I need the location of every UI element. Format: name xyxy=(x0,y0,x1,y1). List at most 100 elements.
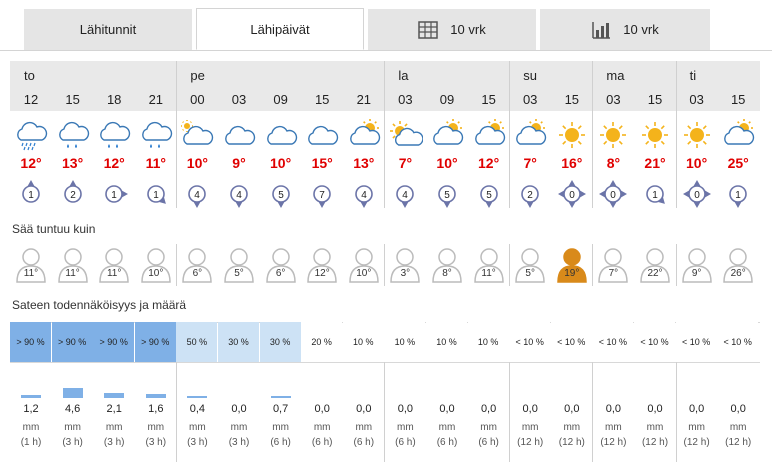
precip-probability: > 90 % xyxy=(10,322,51,362)
tab-10vrk-chart[interactable]: 10 vrk xyxy=(540,9,710,50)
temperature: 13° xyxy=(353,155,375,171)
precip-unit: mm xyxy=(438,422,456,433)
svg-text:0: 0 xyxy=(569,190,575,201)
precip-probability: > 90 % xyxy=(51,322,93,362)
svg-text:0: 0 xyxy=(611,190,617,201)
precip-amount: 0,0 xyxy=(647,403,663,415)
precip-amount: 1,6 xyxy=(148,403,164,415)
wind-icon: 4 xyxy=(390,179,420,209)
temperature: 8° xyxy=(606,155,621,171)
precip-period: (12 h) xyxy=(600,437,627,448)
tab-label: Lähipäivät xyxy=(250,21,310,37)
wind-icon: 5 xyxy=(474,179,504,209)
day-separator xyxy=(592,244,594,286)
precip-unit: mm xyxy=(563,422,581,433)
hour-label: 09 xyxy=(439,92,455,107)
wind-icon: 1 xyxy=(16,179,46,209)
precip-unit: mm xyxy=(22,422,40,433)
temperature: 10° xyxy=(686,155,708,171)
precip-unit: mm xyxy=(646,422,664,433)
precip-probability: > 90 % xyxy=(93,322,135,362)
feels-like-value: 11° xyxy=(106,268,122,279)
precip-unit: mm xyxy=(272,422,289,433)
precip-period: (6 h) xyxy=(478,437,499,448)
svg-text:5: 5 xyxy=(278,190,284,201)
svg-text:4: 4 xyxy=(236,190,242,201)
feels-like-value: 10° xyxy=(148,268,164,279)
feels-like-value: 3° xyxy=(400,268,411,279)
tab-lahipaivat[interactable]: Lähipäivät xyxy=(196,8,364,50)
temperature: 7° xyxy=(398,155,413,171)
feels-like-value: 6° xyxy=(275,268,286,279)
precip-probability: 30 % xyxy=(259,322,301,362)
day-name: to xyxy=(24,68,35,83)
precip-unit: mm xyxy=(313,422,331,433)
precip-period: (3 h) xyxy=(62,437,83,448)
svg-text:4: 4 xyxy=(403,190,409,201)
partly-cloudy-moon-icon xyxy=(179,118,215,152)
tab-label: 10 vrk xyxy=(623,22,659,37)
temperature: 13° xyxy=(62,155,84,171)
feels-like-value: 5° xyxy=(234,268,244,279)
precip-unit: mm xyxy=(729,422,747,433)
hour-label: 03 xyxy=(689,92,704,107)
feels-like-value: 11° xyxy=(23,268,39,279)
hour-label: 15 xyxy=(647,92,663,107)
precip-probability: < 10 % xyxy=(717,322,759,362)
precip-unit: mm xyxy=(521,422,539,433)
hour-label: 00 xyxy=(190,92,205,107)
precip-unit: mm xyxy=(688,422,705,433)
wind-icon: 7 xyxy=(307,179,337,209)
hour-label: 15 xyxy=(481,92,496,107)
cloud-icon xyxy=(263,118,299,152)
sun-small-icon xyxy=(387,118,424,152)
tab-lahitunnit[interactable]: Lähitunnit xyxy=(24,9,192,50)
tab-label: 10 vrk xyxy=(450,22,486,37)
tab-10vrk-table[interactable]: 10 vrk xyxy=(368,9,536,50)
temperature: 10° xyxy=(270,155,292,171)
precip-probability: < 10 % xyxy=(675,322,717,362)
feels-like-value: 8° xyxy=(442,268,452,279)
hour-label: 03 xyxy=(398,92,413,107)
precip-period: (12 h) xyxy=(558,437,585,448)
svg-text:1: 1 xyxy=(652,190,658,201)
precip-period: (6 h) xyxy=(395,437,416,448)
precip-probability: 20 % xyxy=(301,322,343,362)
cloud-sleet-icon xyxy=(13,118,49,152)
temperature: 16° xyxy=(561,155,583,171)
feels-like-value: 11° xyxy=(65,268,80,279)
svg-text:1: 1 xyxy=(735,190,741,201)
temperature: 10° xyxy=(186,155,208,171)
wind-icon: 1 xyxy=(99,179,129,209)
precip-probability: 50 % xyxy=(176,322,218,362)
wind-icon: 1 xyxy=(723,179,753,209)
wind-icon: 1 xyxy=(141,179,171,209)
precip-bar xyxy=(145,394,166,398)
precip-amount: 4,6 xyxy=(64,403,81,415)
wind-icon: 2 xyxy=(515,179,545,209)
temperature: 12° xyxy=(103,155,125,171)
precip-amount: 0,0 xyxy=(439,403,455,415)
precip-unit: mm xyxy=(480,422,497,433)
feels-like-title: Sää tuntuu kuin xyxy=(12,222,96,236)
wind-icon: 0 xyxy=(682,179,712,209)
hour-label: 18 xyxy=(106,92,122,107)
hour-label: 15 xyxy=(564,92,580,107)
precip-amount: 0,0 xyxy=(356,403,372,415)
feels-like-value: 5° xyxy=(525,268,535,279)
precip-period: (6 h) xyxy=(311,437,333,448)
hour-label: 03 xyxy=(606,92,621,107)
svg-text:5: 5 xyxy=(444,190,450,201)
svg-text:1: 1 xyxy=(153,190,159,201)
wind-icon: 4 xyxy=(182,179,212,209)
sun-icon xyxy=(679,118,715,152)
precip-period: (6 h) xyxy=(353,437,375,448)
precip-amount: 0,0 xyxy=(730,403,746,415)
day-separator xyxy=(384,244,386,286)
temperature: 11° xyxy=(145,155,166,171)
precip-amount: 0,7 xyxy=(272,403,289,415)
wind-icon: 4 xyxy=(224,179,254,209)
temperature: 15° xyxy=(311,155,333,171)
wind-icon: 0 xyxy=(598,179,628,209)
cloud-rain-icon xyxy=(55,118,91,152)
